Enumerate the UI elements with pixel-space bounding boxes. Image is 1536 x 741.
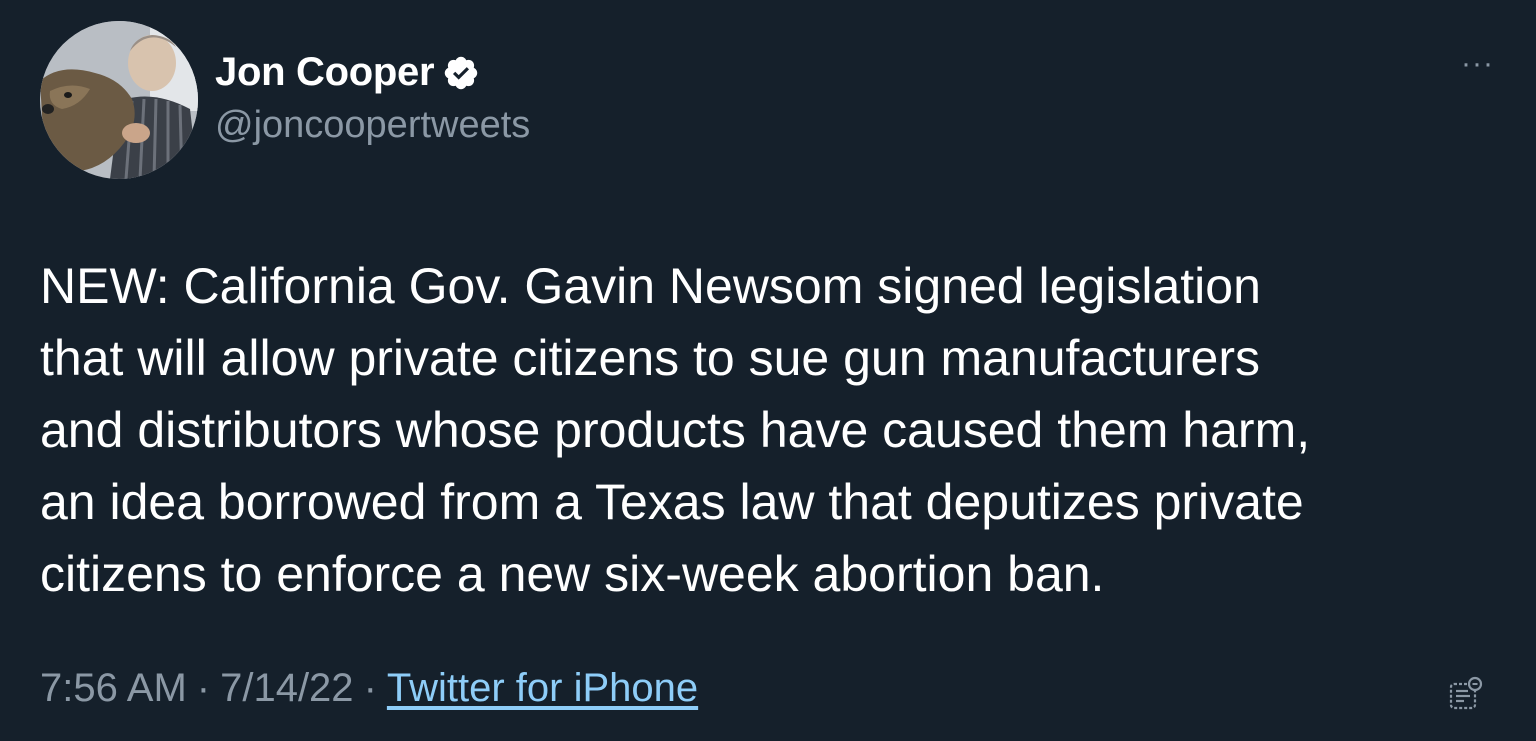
tweet-text-line: NEW: California Gov. Gavin Newsom signed…	[40, 258, 1261, 314]
author-handle[interactable]: @joncoopertweets	[215, 104, 530, 147]
more-options-icon[interactable]: ···	[1461, 49, 1494, 79]
avatar[interactable]	[40, 21, 198, 179]
tweet-time[interactable]: 7:56 AM	[40, 666, 187, 711]
tweet-source-link[interactable]: Twitter for iPhone	[387, 666, 698, 711]
tweet-card: Jon Cooper @joncoopertweets ··· NEW: Cal…	[0, 0, 1536, 741]
display-name[interactable]: Jon Cooper	[215, 50, 435, 95]
tweet-date[interactable]: 7/14/22	[220, 666, 353, 711]
profile-photo-icon	[40, 21, 198, 179]
tweet-text-line: that will allow private citizens to sue …	[40, 330, 1261, 386]
meta-separator: ·	[363, 666, 377, 710]
meta-separator: ·	[196, 666, 211, 710]
author-name-row[interactable]: Jon Cooper	[215, 50, 480, 95]
tweet-text: NEW: California Gov. Gavin Newsom signed…	[40, 250, 1500, 610]
tweet-meta: 7:56 AM · 7/14/22 · Twitter for iPhone	[40, 666, 698, 711]
tweet-analytics-icon[interactable]	[1448, 676, 1484, 712]
verified-badge-icon	[442, 54, 480, 92]
tweet-text-line: an idea borrowed from a Texas law that d…	[40, 474, 1304, 530]
tweet-text-line: and distributors whose products have cau…	[40, 402, 1311, 458]
tweet-text-line: citizens to enforce a new six-week abort…	[40, 546, 1105, 602]
